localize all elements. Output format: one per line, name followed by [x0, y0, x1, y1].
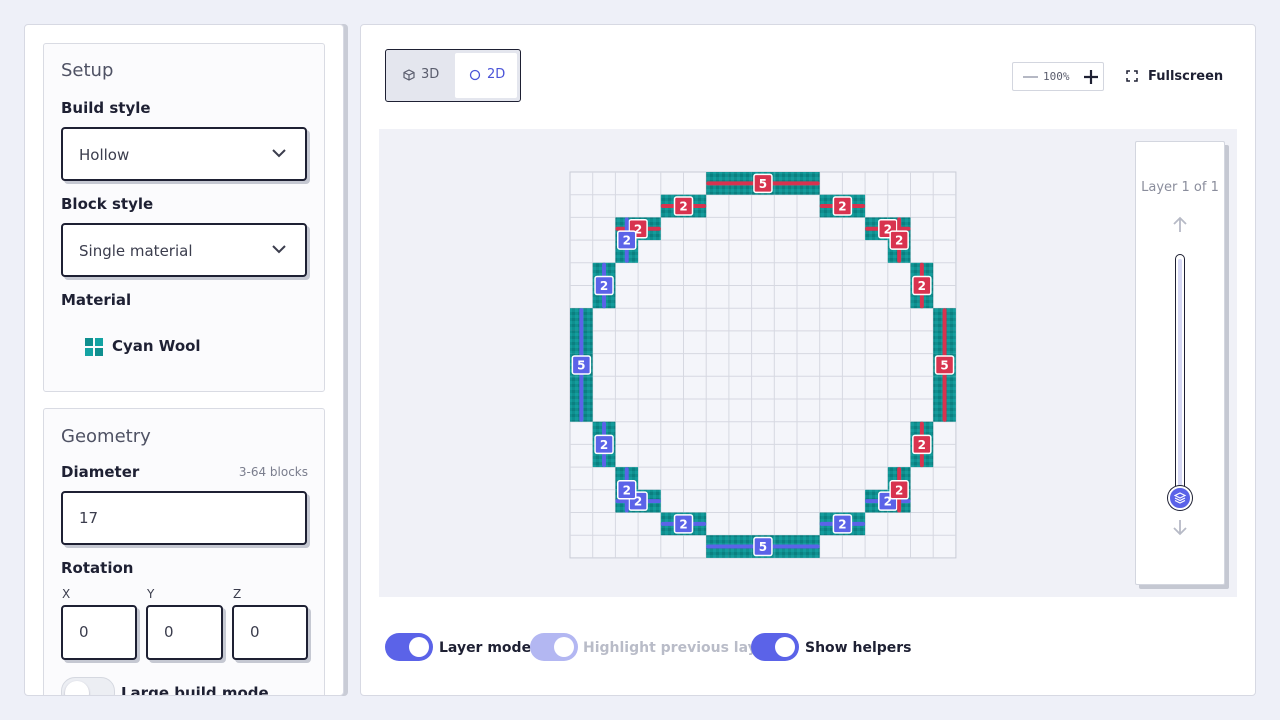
zoom-control: 100%: [1012, 62, 1104, 91]
large-build-toggle[interactable]: [61, 677, 115, 695]
block-style-select[interactable]: Single material: [61, 223, 307, 277]
toggle-knob: [554, 637, 574, 657]
chevron-down-icon: [272, 245, 286, 254]
arrow-up-icon[interactable]: [1172, 216, 1188, 234]
layer-slider-fill: [1178, 259, 1182, 493]
sidebar: Setup Build style Hollow Block style Sin…: [24, 24, 344, 696]
circle-icon: [469, 69, 481, 81]
helper-count-label: 2: [600, 438, 608, 452]
material-name: Cyan Wool: [112, 337, 201, 355]
build-style-select[interactable]: Hollow: [61, 127, 307, 181]
main-area: 3D 2D 100% Fullscreen 522222222552222222…: [360, 24, 1256, 696]
geometry-panel: Geometry Diameter 3-64 blocks 17 Rotatio…: [43, 408, 325, 696]
helper-count-label: 5: [759, 177, 767, 191]
block-style-value: Single material: [79, 242, 193, 260]
helper-count-label: 2: [895, 483, 903, 497]
rotation-z-label: Z: [233, 587, 242, 601]
view-2d-button[interactable]: 2D: [455, 53, 517, 98]
rotation-y-input[interactable]: 0: [146, 605, 223, 660]
show-helpers-toggle[interactable]: [751, 633, 799, 661]
large-build-label: Large build mode: [121, 684, 269, 696]
view-3d-button[interactable]: 3D: [389, 53, 451, 98]
helper-count-label: 2: [838, 517, 846, 531]
helper-count-label: 2: [679, 200, 687, 214]
cube-icon: [403, 69, 415, 81]
layer-mode-label: Layer mode: [439, 640, 532, 656]
fullscreen-icon: [1126, 70, 1138, 82]
diameter-label: Diameter: [61, 463, 140, 481]
layer-slider-track[interactable]: [1175, 254, 1185, 498]
helper-count-label: 2: [838, 200, 846, 214]
highlight-previous-label: Highlight previous layer: [583, 640, 774, 656]
rotation-y-label: Y: [147, 587, 155, 601]
build-canvas[interactable]: 52222222255222222225 Layer 1 of 1: [379, 129, 1237, 597]
setup-title: Setup: [61, 60, 114, 81]
helper-count-label: 2: [918, 438, 926, 452]
build-style-value: Hollow: [79, 146, 130, 164]
toggle-knob: [409, 637, 429, 657]
rotation-x-input[interactable]: 0: [61, 605, 137, 660]
rotation-y-value: 0: [164, 623, 174, 641]
grid-container: 52222222255222222225: [569, 171, 957, 563]
show-helpers-label: Show helpers: [805, 640, 912, 656]
rotation-x-value: 0: [79, 623, 89, 641]
fullscreen-label: Fullscreen: [1148, 69, 1224, 84]
zoom-in-button[interactable]: [1083, 69, 1099, 85]
toggle-knob: [65, 681, 89, 695]
setup-panel: Setup Build style Hollow Block style Sin…: [43, 43, 325, 392]
helper-count-label: 5: [759, 540, 767, 554]
build-style-label: Build style: [61, 99, 151, 117]
zoom-level: 100%: [1043, 70, 1070, 83]
rotation-z-value: 0: [250, 623, 260, 641]
helper-count-label: 5: [940, 358, 948, 372]
layers-icon: [1174, 492, 1186, 504]
rotation-x-label: X: [62, 587, 71, 601]
zoom-out-button[interactable]: [1023, 76, 1038, 78]
helper-count-label: 2: [918, 279, 926, 293]
arrow-down-icon[interactable]: [1172, 518, 1188, 536]
rotation-z-input[interactable]: 0: [232, 605, 308, 660]
material-label: Material: [61, 291, 132, 309]
view-2d-label: 2D: [487, 67, 506, 82]
layer-mode-toggle[interactable]: [385, 633, 433, 661]
rotation-label: Rotation: [61, 559, 134, 577]
diameter-value: 17: [79, 509, 99, 527]
helper-count-label: 2: [623, 234, 631, 248]
helper-count-label: 2: [895, 234, 903, 248]
view-3d-label: 3D: [421, 67, 440, 82]
block-style-label: Block style: [61, 195, 154, 213]
geometry-title: Geometry: [61, 426, 151, 447]
diameter-input[interactable]: 17: [61, 491, 307, 545]
layer-panel: Layer 1 of 1: [1135, 141, 1225, 585]
helper-count-label: 2: [623, 483, 631, 497]
chevron-down-icon: [272, 149, 286, 158]
helper-count-label: 2: [600, 279, 608, 293]
highlight-previous-toggle[interactable]: [530, 633, 578, 661]
layer-slider-handle[interactable]: [1168, 486, 1192, 510]
diameter-hint: 3-64 blocks: [238, 465, 308, 479]
cyan-wool-swatch-icon: [85, 338, 103, 356]
toggle-knob: [775, 637, 795, 657]
helper-count-label: 5: [577, 358, 585, 372]
view-switch: 3D 2D: [385, 49, 521, 102]
helper-count-label: 2: [679, 517, 687, 531]
block-grid[interactable]: 52 22 22 22 25 52 22 22 22 25: [569, 171, 957, 559]
layer-indicator: Layer 1 of 1: [1141, 180, 1219, 195]
